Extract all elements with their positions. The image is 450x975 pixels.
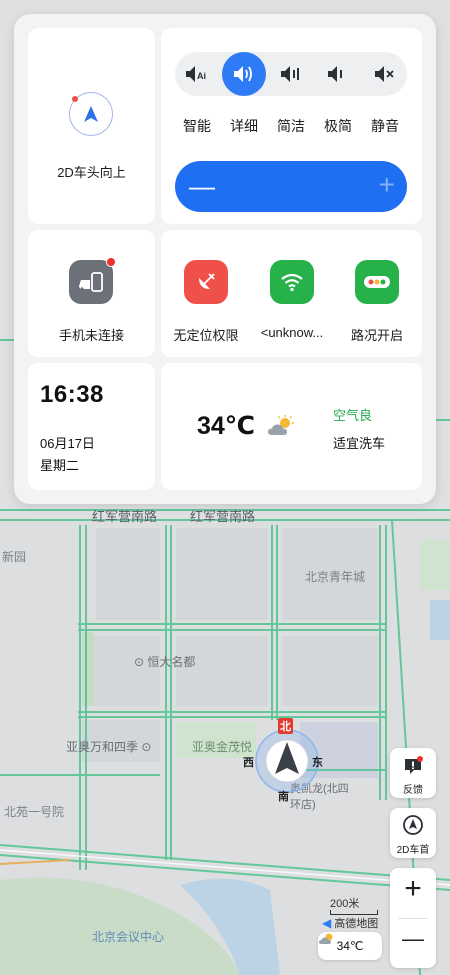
compass-south: 南 <box>278 791 289 803</box>
feedback-icon <box>405 756 423 774</box>
position-dot <box>72 96 78 102</box>
compass-east: 东 <box>312 757 323 769</box>
area-label: 北苑一号院 <box>4 805 65 819</box>
feedback-button[interactable]: 反馈 <box>390 748 436 798</box>
air-quality: 空气良 <box>333 408 373 423</box>
feedback-label: 反馈 <box>403 785 423 796</box>
navigation-arrow-icon <box>69 92 113 136</box>
phone-connection-label: 手机未连接 <box>58 328 124 343</box>
poi-label[interactable]: 亚奥金茂悦 <box>192 738 252 755</box>
satellite-off-icon <box>184 260 228 304</box>
speaker-loud-icon <box>234 66 252 82</box>
car-heading-label: 2D车首 <box>396 845 430 856</box>
voice-mode-detailed-button[interactable] <box>222 52 266 96</box>
heading-mode-card[interactable]: 2D车头向上 <box>28 28 155 224</box>
volume-down-button[interactable]: — <box>189 173 215 199</box>
road-label: 红军营南路 <box>190 509 256 524</box>
weather-card[interactable]: 34℃ 空气良 适宜洗车 <box>161 363 422 490</box>
compass-west: 西 <box>243 757 254 769</box>
current-time: 16:38 <box>40 381 104 408</box>
weather-chip[interactable]: 34℃ <box>318 932 382 960</box>
voice-mode-mute-button[interactable] <box>363 52 407 96</box>
svg-text:Ai: Ai <box>197 71 206 81</box>
wifi-icon <box>270 260 314 304</box>
voice-mode-smart-button[interactable]: Ai <box>175 52 219 96</box>
voice-mode-label: 静音 <box>371 118 399 134</box>
poi-label[interactable]: ⊙ 恒大名都 <box>134 653 195 670</box>
status-card: 无定位权限 <unknow... 路况开启 <box>161 230 422 357</box>
area-label: 北京会议中心 <box>92 930 165 944</box>
area-label: 新园 <box>2 550 27 564</box>
partly-cloudy-icon <box>319 933 333 944</box>
traffic-item[interactable]: 路况开启 <box>337 260 417 343</box>
quick-settings-panel: 2D车头向上 Ai 智能 详细 简洁 极简 静音 — + 手机未连接 无定位权限… <box>14 14 436 504</box>
scale-label: 200米 <box>330 898 360 910</box>
speaker-ai-icon: Ai <box>186 66 206 82</box>
volume-slider[interactable]: — + <box>175 161 407 212</box>
zoom-out-button[interactable]: — <box>390 924 436 954</box>
car-arrow-icon <box>255 729 319 793</box>
location-permission-label: 无定位权限 <box>173 328 239 343</box>
car-wash-index: 适宜洗车 <box>333 436 386 451</box>
wifi-label: <unknow... <box>260 325 324 340</box>
poi-pin-icon: ⊙ <box>141 740 152 754</box>
compass-north: 北 <box>278 718 293 734</box>
speaker-low-icon <box>328 66 342 82</box>
phone-connection-card[interactable]: 手机未连接 <box>28 230 155 357</box>
voice-broadcast-card: Ai 智能 详细 简洁 极简 静音 — + <box>161 28 422 224</box>
traffic-light-icon <box>355 260 399 304</box>
voice-mode-minimal-button[interactable] <box>316 52 360 96</box>
partly-cloudy-icon <box>268 415 294 435</box>
poi-label[interactable]: 亚奥万和四季 ⊙ <box>66 738 151 755</box>
poi-pin-icon: ⊙ <box>134 655 145 669</box>
current-weekday: 星期二 <box>40 458 80 473</box>
voice-mode-label: 简洁 <box>277 118 305 134</box>
voice-mode-concise-button[interactable] <box>269 52 313 96</box>
voice-mode-label: 智能 <box>183 118 211 134</box>
location-permission-item[interactable]: 无定位权限 <box>166 260 246 343</box>
weather-chip-temp: 34℃ <box>336 939 364 953</box>
zoom-in-button[interactable]: + <box>390 874 436 904</box>
phone-car-link-icon <box>69 257 116 304</box>
car-heading-button[interactable]: 2D车首 <box>390 808 436 858</box>
voice-mode-label: 详细 <box>230 118 258 134</box>
area-label: 北京青年城 <box>305 570 366 584</box>
amap-arrow-icon: ◀ <box>322 916 332 930</box>
current-date: 06月17日 <box>40 436 95 451</box>
volume-up-button[interactable]: + <box>379 171 395 199</box>
map-provider-logo: ◀ 高德地图 <box>322 916 379 930</box>
zoom-control: + — <box>390 868 436 968</box>
temperature: 34℃ <box>197 412 256 440</box>
road-label: 红军营南路 <box>92 509 158 524</box>
speaker-mute-icon <box>375 66 394 82</box>
voice-mode-label: 极简 <box>324 118 352 134</box>
heading-mode-label: 2D车头向上 <box>57 165 126 180</box>
time-card: 16:38 06月17日 星期二 <box>28 363 155 490</box>
car-position-marker <box>254 728 320 794</box>
wifi-item[interactable]: <unknow... <box>252 260 332 340</box>
zoom-divider <box>398 918 428 919</box>
traffic-label: 路况开启 <box>350 328 403 343</box>
disconnected-badge <box>106 257 116 267</box>
car-heading-icon <box>403 815 423 835</box>
speaker-medium-icon <box>281 66 299 82</box>
